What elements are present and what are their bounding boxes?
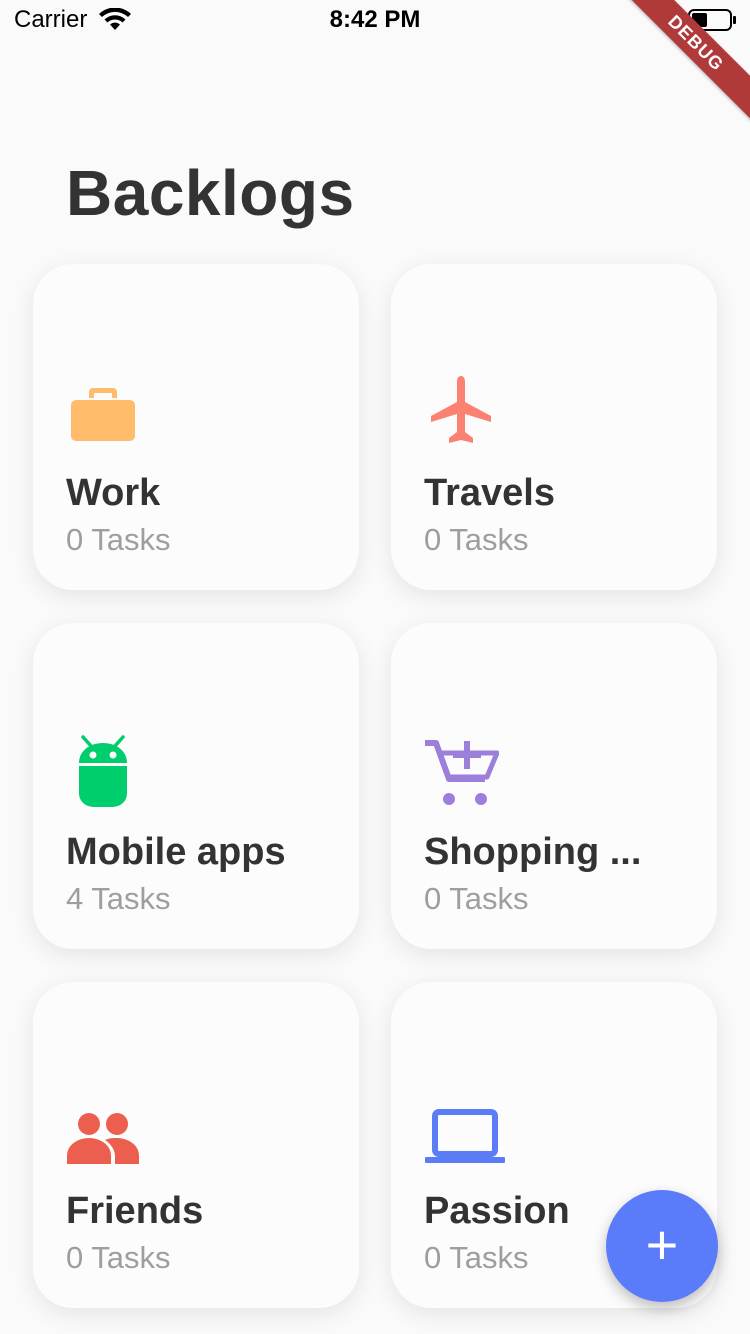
backlog-card-work[interactable]: Work 0 Tasks [33, 264, 359, 590]
backlog-card-friends[interactable]: Friends 0 Tasks [33, 982, 359, 1308]
backlog-title: Friends [66, 1190, 204, 1232]
backlog-title: Travels [424, 472, 555, 514]
backlog-title: Shopping ... [424, 831, 642, 873]
plus-icon: + [645, 1213, 679, 1276]
people-icon [67, 1113, 139, 1164]
backlog-task-count: 0 Tasks [66, 1240, 171, 1275]
status-time: 8:42 PM [329, 6, 421, 33]
add-backlog-button[interactable]: + [606, 1190, 718, 1302]
airplane-icon [431, 376, 491, 443]
laptop-icon [425, 1109, 505, 1163]
backlog-card-mobile-apps[interactable]: Mobile apps 4 Tasks [33, 623, 359, 949]
backlog-title: Mobile apps [66, 831, 286, 873]
backlog-task-count: 0 Tasks [424, 881, 529, 916]
android-icon [79, 735, 127, 807]
backlog-task-count: 0 Tasks [424, 1240, 529, 1275]
page-title: Backlogs [66, 157, 355, 229]
add-shopping-cart-icon [425, 740, 499, 805]
backlog-task-count: 0 Tasks [66, 522, 171, 557]
briefcase-icon [71, 388, 135, 441]
backlog-task-count: 4 Tasks [66, 881, 171, 916]
backlog-title: Work [66, 472, 161, 514]
backlog-task-count: 0 Tasks [424, 522, 529, 557]
backlog-card-travels[interactable]: Travels 0 Tasks [391, 264, 717, 590]
backlog-card-shopping[interactable]: Shopping ... 0 Tasks [391, 623, 717, 949]
